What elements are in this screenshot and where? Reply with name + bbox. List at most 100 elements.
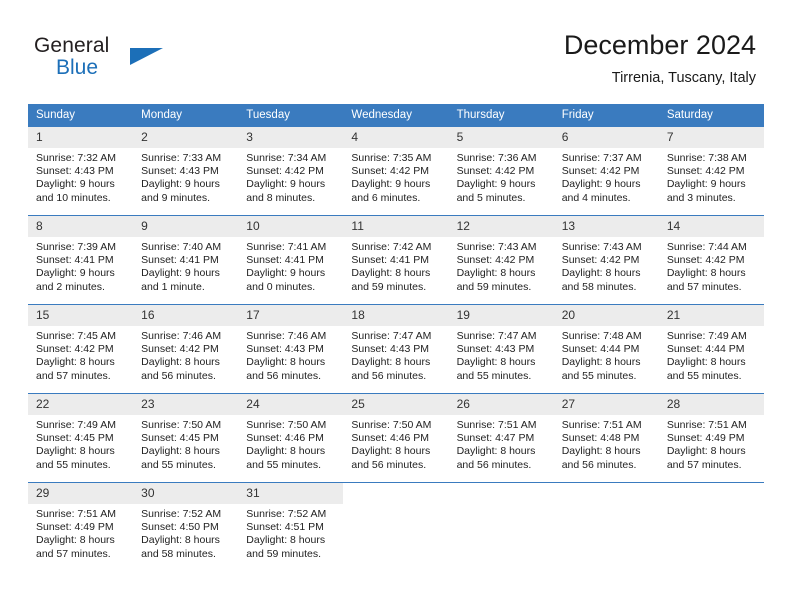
day-info: Sunrise: 7:37 AM Sunset: 4:42 PM Daylight:… <box>554 148 659 205</box>
calendar-day-cell[interactable]: 16 Sunrise: 7:46 AM Sunset: 4:42 PM Dayligh… <box>133 304 239 394</box>
day-number: 4 <box>343 127 449 148</box>
day-info: Sunrise: 7:49 AM Sunset: 4:45 PM Daylight:… <box>28 415 133 472</box>
day-number <box>554 483 659 504</box>
day-info: Sunrise: 7:51 AM Sunset: 4:47 PM Daylight:… <box>449 415 554 472</box>
weekday-header-friday: Friday <box>553 104 659 127</box>
sunrise-text: Sunrise: 7:50 AM <box>351 419 432 431</box>
sunset-text: Sunset: 4:43 PM <box>141 165 219 178</box>
calendar-day-cell[interactable]: 12 Sunrise: 7:43 AM Sunset: 4:42 PM Dayligh… <box>448 215 554 305</box>
calendar-day-cell[interactable]: 17 Sunrise: 7:46 AM Sunset: 4:43 PM Dayligh… <box>238 304 344 394</box>
calendar-day-cell[interactable]: 14 Sunrise: 7:44 AM Sunset: 4:42 PM Dayligh… <box>658 215 764 305</box>
daylight-text-line2: and 6 minutes. <box>351 191 421 204</box>
day-info: Sunrise: 7:42 AM Sunset: 4:41 PM Daylight:… <box>343 237 448 294</box>
calendar-grid: Sunday Monday Tuesday Wednesday Thursday… <box>28 104 764 571</box>
sunrise-text: Sunrise: 7:51 AM <box>456 419 537 431</box>
calendar-day-cell[interactable]: 3 Sunrise: 7:34 AM Sunset: 4:42 PM Daylight… <box>238 126 344 216</box>
calendar-day-cell[interactable]: 8 Sunrise: 7:39 AM Sunset: 4:41 PM Daylight… <box>28 215 134 305</box>
daylight-text-line1: Daylight: 9 hours <box>351 178 431 191</box>
calendar-day-cell[interactable]: 22 Sunrise: 7:49 AM Sunset: 4:45 PM Dayligh… <box>28 393 134 483</box>
sunrise-text: Sunrise: 7:35 AM <box>351 152 432 164</box>
sunrise-text: Sunrise: 7:34 AM <box>246 152 327 164</box>
daylight-text-line1: Daylight: 8 hours <box>36 356 115 369</box>
daylight-text-line2: and 58 minutes. <box>141 547 216 560</box>
day-number: 8 <box>28 216 134 237</box>
daylight-text-line2: and 4 minutes. <box>561 191 631 204</box>
calendar-day-cell[interactable]: 26 Sunrise: 7:51 AM Sunset: 4:47 PM Dayligh… <box>448 393 554 483</box>
calendar-week-row: 29 Sunrise: 7:51 AM Sunset: 4:49 PM Dayligh… <box>28 482 764 571</box>
sunset-text: Sunset: 4:41 PM <box>36 254 114 267</box>
calendar-day-cell[interactable]: 11 Sunrise: 7:42 AM Sunset: 4:41 PM Dayligh… <box>343 215 449 305</box>
daylight-text-line2: and 56 minutes. <box>351 458 427 471</box>
calendar-day-cell[interactable]: 4 Sunrise: 7:35 AM Sunset: 4:42 PM Daylight… <box>343 126 449 216</box>
calendar-day-cell[interactable]: 24 Sunrise: 7:50 AM Sunset: 4:46 PM Dayligh… <box>238 393 344 483</box>
sunrise-text: Sunrise: 7:38 AM <box>666 152 747 164</box>
daylight-text-line2: and 55 minutes. <box>246 458 321 471</box>
calendar-day-cell[interactable]: 13 Sunrise: 7:43 AM Sunset: 4:42 PM Dayligh… <box>553 215 659 305</box>
sunrise-text: Sunrise: 7:49 AM <box>666 330 747 342</box>
calendar-day-cell[interactable]: 1 Sunrise: 7:32 AM Sunset: 4:43 PM Daylight… <box>28 126 134 216</box>
daylight-text-line1: Daylight: 9 hours <box>561 178 641 191</box>
calendar-day-cell[interactable]: 20 Sunrise: 7:48 AM Sunset: 4:44 PM Dayligh… <box>553 304 659 394</box>
daylight-text-line2: and 59 minutes. <box>456 280 532 293</box>
sunrise-text: Sunrise: 7:52 AM <box>141 508 222 520</box>
daylight-text-line2: and 55 minutes. <box>666 369 742 382</box>
calendar-day-cell[interactable]: 31 Sunrise: 7:52 AM Sunset: 4:51 PM Dayligh… <box>238 482 344 571</box>
daylight-text-line1: Daylight: 8 hours <box>36 445 115 458</box>
calendar-day-cell[interactable]: 6 Sunrise: 7:37 AM Sunset: 4:42 PM Daylight… <box>553 126 659 216</box>
sunset-text: Sunset: 4:42 PM <box>351 165 430 178</box>
calendar-day-cell[interactable]: 18 Sunrise: 7:47 AM Sunset: 4:43 PM Dayligh… <box>343 304 449 394</box>
daylight-text-line2: and 2 minutes. <box>36 280 105 293</box>
sunset-text: Sunset: 4:48 PM <box>561 432 640 445</box>
sunrise-text: Sunrise: 7:33 AM <box>141 152 222 164</box>
sunset-text: Sunset: 4:41 PM <box>141 254 219 267</box>
day-number: 25 <box>343 394 449 415</box>
calendar-day-cell[interactable]: 23 Sunrise: 7:50 AM Sunset: 4:45 PM Dayligh… <box>133 393 239 483</box>
daylight-text-line2: and 56 minutes. <box>141 369 216 382</box>
calendar-day-cell[interactable]: 5 Sunrise: 7:36 AM Sunset: 4:42 PM Daylight… <box>448 126 554 216</box>
day-info: Sunrise: 7:35 AM Sunset: 4:42 PM Daylight:… <box>343 148 448 205</box>
sunset-text: Sunset: 4:41 PM <box>246 254 324 267</box>
calendar-day-cell[interactable]: 25 Sunrise: 7:50 AM Sunset: 4:46 PM Dayligh… <box>343 393 449 483</box>
sunrise-text: Sunrise: 7:43 AM <box>561 241 642 253</box>
calendar-day-cell[interactable]: 21 Sunrise: 7:49 AM Sunset: 4:44 PM Dayligh… <box>658 304 764 394</box>
day-number: 20 <box>553 305 659 326</box>
day-number: 7 <box>658 127 764 148</box>
calendar-day-cell[interactable]: 27 Sunrise: 7:51 AM Sunset: 4:48 PM Dayligh… <box>553 393 659 483</box>
daylight-text-line2: and 59 minutes. <box>246 547 321 560</box>
calendar-day-cell[interactable]: 7 Sunrise: 7:38 AM Sunset: 4:42 PM Daylight… <box>658 126 764 216</box>
calendar-day-cell[interactable]: 9 Sunrise: 7:40 AM Sunset: 4:41 PM Daylight… <box>133 215 239 305</box>
daylight-text-line1: Daylight: 8 hours <box>36 534 115 547</box>
day-number: 22 <box>28 394 134 415</box>
weekday-header-row: Sunday Monday Tuesday Wednesday Thursday… <box>28 104 764 127</box>
calendar-day-cell[interactable]: 15 Sunrise: 7:45 AM Sunset: 4:42 PM Dayligh… <box>28 304 134 394</box>
daylight-text-line1: Daylight: 8 hours <box>141 534 220 547</box>
sunrise-text: Sunrise: 7:45 AM <box>36 330 116 342</box>
sunset-text: Sunset: 4:42 PM <box>666 254 745 267</box>
calendar-page: General Blue December 2024 Tirrenia, Tus… <box>0 0 792 612</box>
daylight-text-line2: and 57 minutes. <box>666 280 742 293</box>
day-number: 31 <box>238 483 344 504</box>
calendar-day-cell[interactable]: 2 Sunrise: 7:33 AM Sunset: 4:43 PM Daylight… <box>133 126 239 216</box>
calendar-day-cell[interactable]: 29 Sunrise: 7:51 AM Sunset: 4:49 PM Dayligh… <box>28 482 134 571</box>
sunrise-text: Sunrise: 7:44 AM <box>666 241 747 253</box>
day-number: 15 <box>28 305 134 326</box>
weekday-header-monday: Monday <box>133 104 239 127</box>
daylight-text-line2: and 59 minutes. <box>351 280 427 293</box>
daylight-text-line1: Daylight: 8 hours <box>561 356 641 369</box>
calendar-day-cell[interactable]: 28 Sunrise: 7:51 AM Sunset: 4:49 PM Dayligh… <box>658 393 764 483</box>
sunrise-text: Sunrise: 7:46 AM <box>141 330 222 342</box>
daylight-text-line2: and 55 minutes. <box>561 369 637 382</box>
general-blue-logo[interactable]: General Blue <box>34 34 254 88</box>
calendar-day-cell[interactable]: 10 Sunrise: 7:41 AM Sunset: 4:41 PM Dayligh… <box>238 215 344 305</box>
daylight-text-line1: Daylight: 8 hours <box>246 445 326 458</box>
day-number: 6 <box>553 127 659 148</box>
calendar-day-cell[interactable]: 30 Sunrise: 7:52 AM Sunset: 4:50 PM Dayligh… <box>133 482 239 571</box>
sunrise-text: Sunrise: 7:39 AM <box>36 241 116 253</box>
sunrise-text: Sunrise: 7:47 AM <box>456 330 537 342</box>
daylight-text-line2: and 55 minutes. <box>141 458 216 471</box>
sunset-text: Sunset: 4:42 PM <box>141 343 219 356</box>
daylight-text-line2: and 56 minutes. <box>246 369 321 382</box>
daylight-text-line2: and 58 minutes. <box>561 280 637 293</box>
daylight-text-line1: Daylight: 8 hours <box>561 267 641 280</box>
calendar-day-cell[interactable]: 19 Sunrise: 7:47 AM Sunset: 4:43 PM Dayligh… <box>448 304 554 394</box>
